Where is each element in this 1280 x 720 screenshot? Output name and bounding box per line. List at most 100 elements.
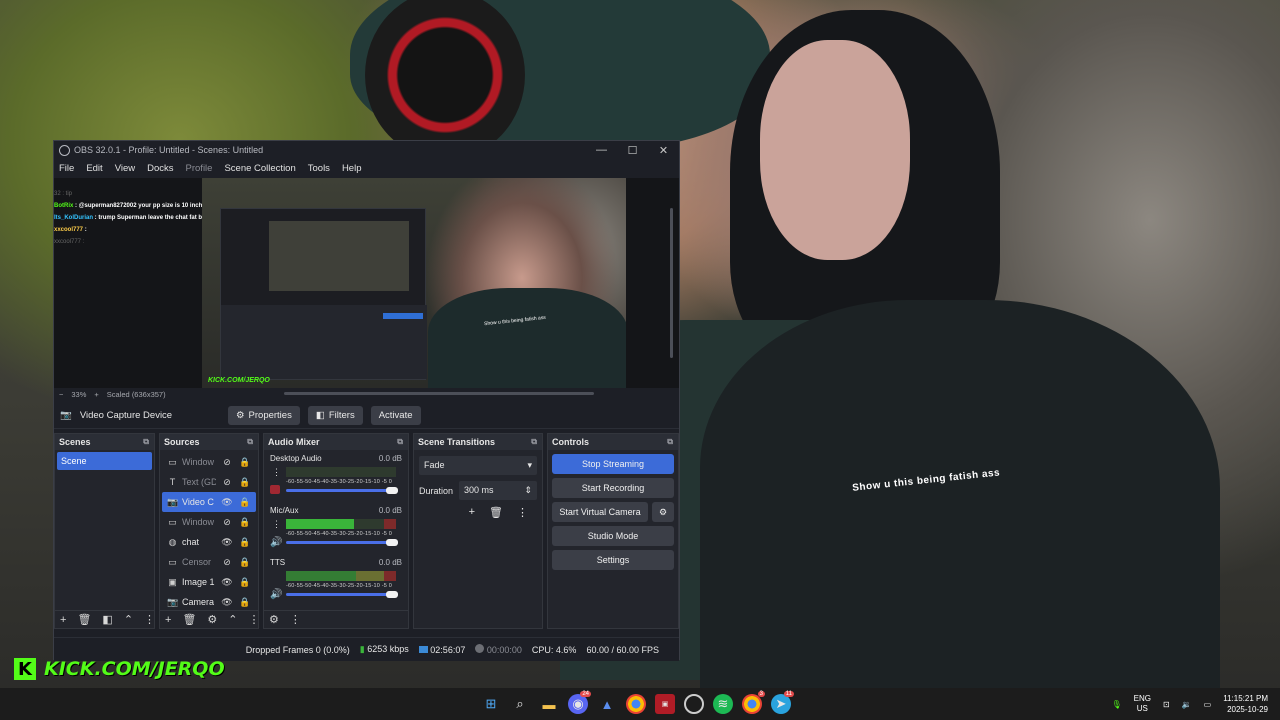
hidden-eye-icon[interactable]: ⊘ — [220, 517, 234, 528]
volume-fader[interactable] — [286, 487, 398, 494]
properties-button[interactable]: ⚙ Properties — [228, 406, 300, 425]
chrome-icon[interactable] — [626, 694, 646, 714]
gear-icon[interactable]: ⚙ — [207, 613, 217, 626]
source-item-camera[interactable]: 📷 Camera 👁 🔒 — [162, 592, 256, 612]
lock-icon[interactable]: 🔒 — [238, 597, 252, 608]
undock-icon[interactable]: ⧉ — [247, 437, 253, 447]
preview-horizontal-scrollbar[interactable] — [284, 392, 594, 395]
more-icon[interactable]: ⋮ — [144, 613, 155, 626]
stop-streaming-button[interactable]: Stop Streaming — [552, 454, 674, 474]
activate-button[interactable]: Activate — [370, 406, 421, 425]
obs-icon[interactable] — [684, 694, 704, 714]
zoom-in-button[interactable]: + — [94, 390, 98, 399]
menu-edit[interactable]: Edit — [86, 163, 102, 174]
undock-icon[interactable]: ⧉ — [397, 437, 403, 447]
more-icon[interactable]: ⋮ — [517, 506, 528, 519]
menu-docks[interactable]: Docks — [147, 163, 173, 174]
muted-speaker-icon[interactable] — [270, 485, 280, 494]
spotify-icon[interactable]: ≋ — [713, 694, 733, 714]
add-icon[interactable]: + — [165, 614, 171, 626]
undock-icon[interactable]: ⧉ — [531, 437, 537, 447]
zoom-out-button[interactable]: − — [59, 390, 63, 399]
lock-icon[interactable]: 🔒 — [238, 537, 252, 548]
eye-icon[interactable]: 👁 — [220, 597, 234, 608]
menu-view[interactable]: View — [115, 163, 135, 174]
menu-file[interactable]: File — [59, 163, 74, 174]
network-icon[interactable]: ⊡ — [1163, 700, 1170, 709]
preview-canvas[interactable]: Show u this being fatish ass KICK.COM/JE… — [202, 178, 626, 388]
source-item-window[interactable]: ▭ Window ⊘ 🔒 — [162, 452, 256, 472]
studio-mode-button[interactable]: Studio Mode — [552, 526, 674, 546]
more-icon[interactable]: ⋮ — [290, 613, 301, 626]
fader-knob[interactable] — [386, 591, 398, 598]
transition-select[interactable]: Fade ▾ — [419, 456, 537, 475]
virtual-camera-gear-icon[interactable]: ⚙ — [652, 502, 674, 522]
menu-tools[interactable]: Tools — [308, 163, 330, 174]
game-icon[interactable]: ▣ — [655, 694, 675, 714]
advanced-audio-icon[interactable]: ⚙ — [269, 613, 279, 626]
lock-icon[interactable]: 🔒 — [238, 517, 252, 528]
telegram-icon[interactable]: ➤ 11 — [771, 691, 794, 714]
volume-fader[interactable] — [286, 539, 398, 546]
trash-icon[interactable]: 🗑 — [182, 613, 196, 626]
undock-icon[interactable]: ⧉ — [143, 437, 149, 447]
move-up-icon[interactable]: ⌃ — [124, 613, 133, 626]
filter-icon[interactable]: ◧ — [102, 613, 112, 626]
hidden-eye-icon[interactable]: ⊘ — [220, 457, 234, 468]
source-item-text[interactable]: T Text (GD ⊘ 🔒 — [162, 472, 256, 492]
close-button[interactable]: ✕ — [648, 144, 679, 157]
source-item-chat[interactable]: ◍ chat 👁 🔒 — [162, 532, 256, 552]
clock[interactable]: 11:15:21 PM 2025-10-29 — [1223, 693, 1268, 715]
lock-icon[interactable]: 🔒 — [238, 457, 252, 468]
spinner-icon[interactable]: ⇕ — [524, 485, 532, 496]
undock-icon[interactable]: ⧉ — [667, 437, 673, 447]
channel-menu-icon[interactable]: ⋮ — [272, 519, 281, 530]
more-icon[interactable]: ⋮ — [249, 613, 260, 626]
eye-icon[interactable]: 👁 — [220, 497, 234, 508]
arc-icon[interactable]: ▲ — [597, 694, 617, 714]
fader-knob[interactable] — [386, 487, 398, 494]
speaker-icon[interactable]: 🔊 — [270, 589, 282, 600]
volume-icon[interactable]: 🔉 — [1182, 700, 1192, 709]
channel-menu-icon[interactable]: ⋮ — [272, 467, 281, 478]
hidden-eye-icon[interactable]: ⊘ — [220, 477, 234, 488]
language-indicator[interactable]: ENG US — [1134, 694, 1151, 714]
settings-button[interactable]: Settings — [552, 550, 674, 570]
trash-icon[interactable]: 🗑 — [489, 506, 503, 519]
search-icon[interactable]: ⌕ — [510, 694, 530, 714]
speaker-icon[interactable]: 🔊 — [270, 537, 282, 548]
source-item-window-2[interactable]: ▭ Window ⊘ 🔒 — [162, 512, 256, 532]
source-item-image[interactable]: ▣ Image 1 👁 🔒 — [162, 572, 256, 592]
move-up-icon[interactable]: ⌃ — [228, 613, 237, 626]
eye-icon[interactable]: 👁 — [220, 537, 234, 548]
lock-icon[interactable]: 🔒 — [238, 577, 252, 588]
preview-area[interactable]: 32 : tip BotRix : @superman8272002 your … — [54, 178, 679, 388]
lock-icon[interactable]: 🔒 — [238, 497, 252, 508]
menu-help[interactable]: Help — [342, 163, 362, 174]
maximize-button[interactable]: ☐ — [617, 144, 648, 157]
lock-icon[interactable]: 🔒 — [238, 557, 252, 568]
add-icon[interactable]: + — [60, 614, 66, 626]
microphone-icon[interactable]: 🎙 — [1111, 700, 1121, 709]
windows-start-icon[interactable]: ⊞ — [481, 694, 501, 714]
chrome-profile-icon[interactable]: 3 — [742, 691, 765, 714]
filters-button[interactable]: ◧ Filters — [307, 406, 363, 425]
duration-input[interactable]: 300 ms ⇕ — [459, 481, 537, 500]
source-item-censor[interactable]: ▭ Censor ⊘ 🔒 — [162, 552, 256, 572]
battery-icon[interactable]: ▭ — [1204, 700, 1212, 709]
source-item-video-capture[interactable]: 📷 Video C 👁 🔒 — [162, 492, 256, 512]
menu-profile[interactable]: Profile — [186, 163, 213, 174]
minimize-button[interactable]: — — [586, 144, 617, 157]
discord-icon[interactable]: ◉ 24 — [568, 691, 591, 714]
fader-knob[interactable] — [386, 539, 398, 546]
trash-icon[interactable]: 🗑 — [77, 613, 91, 626]
start-recording-button[interactable]: Start Recording — [552, 478, 674, 498]
menu-scene-collection[interactable]: Scene Collection — [224, 163, 295, 174]
preview-vertical-scrollbar[interactable] — [670, 208, 673, 358]
lock-icon[interactable]: 🔒 — [238, 477, 252, 488]
file-explorer-icon[interactable]: ▬ — [539, 694, 559, 714]
add-icon[interactable]: + — [469, 506, 475, 519]
volume-fader[interactable] — [286, 591, 398, 598]
eye-icon[interactable]: 👁 — [220, 577, 234, 588]
start-virtual-camera-button[interactable]: Start Virtual Camera — [552, 502, 648, 522]
